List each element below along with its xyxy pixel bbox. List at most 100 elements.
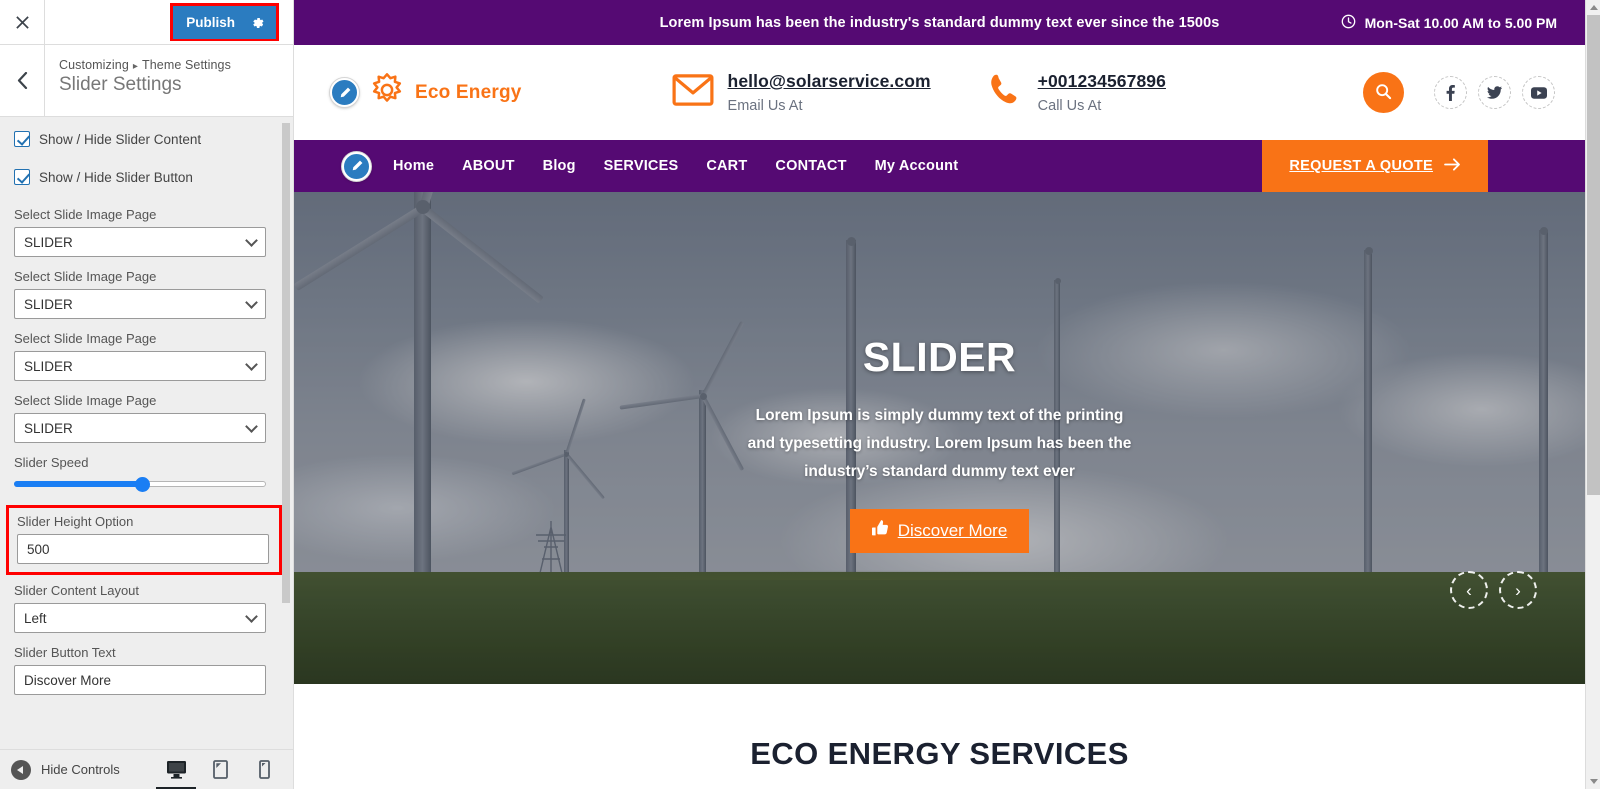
- email-address[interactable]: hello@solarservice.com: [728, 71, 931, 92]
- edit-pencil-icon[interactable]: [342, 151, 371, 181]
- breadcrumb-root[interactable]: Customizing: [59, 58, 129, 72]
- chevron-down-icon: [245, 234, 258, 247]
- site-preview: Lorem Ipsum has been the industry's stan…: [294, 0, 1600, 789]
- device-tablet-button[interactable]: [209, 760, 231, 779]
- main-navigation: Home ABOUT Blog SERVICES CART CONTACT My…: [294, 140, 1585, 192]
- scroll-up-arrow-icon[interactable]: [1586, 0, 1600, 15]
- control-select-slide-image-page-1: Select Slide Image Page SLIDER: [14, 207, 279, 257]
- publish-button[interactable]: Publish: [173, 6, 276, 39]
- select-value: SLIDER: [24, 296, 73, 312]
- slider-button-text-input[interactable]: [14, 665, 266, 695]
- search-button[interactable]: [1363, 72, 1404, 113]
- scroll-down-arrow-icon[interactable]: [1586, 774, 1600, 789]
- contact-phone: +001234567896 Call Us At: [986, 71, 1166, 114]
- business-hours: Mon-Sat 10.00 AM to 5.00 PM: [1341, 14, 1557, 32]
- header-actions: [1363, 72, 1555, 113]
- phone-number[interactable]: +001234567896: [1038, 71, 1166, 92]
- nav-item-contact[interactable]: CONTACT: [775, 158, 846, 174]
- search-icon: [1375, 83, 1392, 103]
- checkbox-show-hide-slider-content[interactable]: Show / Hide Slider Content: [14, 131, 279, 147]
- discover-more-button[interactable]: Discover More: [849, 508, 1030, 553]
- nav-item-blog[interactable]: Blog: [543, 158, 576, 174]
- customizer-panel-header: Customizing ▸ Theme Settings Slider Settin…: [0, 45, 293, 117]
- range-fill: [14, 481, 143, 487]
- announcement-bar: Lorem Ipsum has been the industry's stan…: [294, 0, 1585, 45]
- device-mobile-button[interactable]: [253, 760, 275, 779]
- chevron-down-icon: [245, 610, 258, 623]
- checkbox-input[interactable]: [14, 169, 30, 185]
- preview-viewport: Lorem Ipsum has been the industry's stan…: [294, 0, 1585, 789]
- checkbox-show-hide-slider-button[interactable]: Show / Hide Slider Button: [14, 169, 279, 185]
- slider-height-input[interactable]: [17, 534, 269, 564]
- services-section: ECO ENERGY SERVICES: [294, 684, 1585, 789]
- select-slider-content-layout[interactable]: Left: [14, 603, 266, 633]
- breadcrumb: Customizing ▸ Theme Settings: [59, 58, 231, 72]
- slide-title: SLIDER: [862, 334, 1017, 380]
- control-label: Select Slide Image Page: [14, 269, 157, 284]
- chevron-down-icon: [245, 420, 258, 433]
- publish-label: Publish: [186, 15, 235, 30]
- contact-email: hello@solarservice.com Email Us At: [672, 71, 931, 114]
- chevron-right-icon[interactable]: ›: [1499, 571, 1537, 609]
- nav-item-about[interactable]: ABOUT: [462, 158, 515, 174]
- customizer-topbar: Publish: [0, 0, 293, 45]
- nav-items: Home ABOUT Blog SERVICES CART CONTACT My…: [393, 158, 958, 174]
- control-label: Slider Button Text: [14, 645, 116, 660]
- gear-icon[interactable]: [251, 16, 265, 30]
- browser-scrollbar-thumb[interactable]: [1587, 15, 1600, 495]
- control-select-slide-image-page-3: Select Slide Image Page SLIDER: [14, 331, 279, 381]
- nav-item-my-account[interactable]: My Account: [875, 158, 959, 174]
- breadcrumb-parent[interactable]: Theme Settings: [142, 58, 231, 72]
- control-slider-speed: Slider Speed: [14, 455, 279, 493]
- checkbox-input[interactable]: [14, 131, 30, 147]
- publish-highlight: Publish: [170, 3, 279, 41]
- slider-navigation: ‹ ›: [1450, 571, 1537, 609]
- select-value: SLIDER: [24, 358, 73, 374]
- facebook-icon[interactable]: [1434, 76, 1467, 109]
- slide-content: SLIDER Lorem Ipsum is simply dummy text …: [294, 334, 1585, 553]
- slider-speed-range[interactable]: [14, 475, 266, 493]
- control-select-slide-image-page-2: Select Slide Image Page SLIDER: [14, 269, 279, 319]
- select-value: SLIDER: [24, 420, 73, 436]
- collapse-arrow-icon: [11, 759, 31, 780]
- select-slide-image-page-2[interactable]: SLIDER: [14, 289, 266, 319]
- device-desktop-button[interactable]: [156, 760, 196, 789]
- phone-text: +001234567896 Call Us At: [1038, 71, 1166, 114]
- customizer-controls: Show / Hide Slider Content Show / Hide S…: [0, 117, 293, 749]
- slider-height-highlight: Slider Height Option: [6, 505, 282, 575]
- control-slider-button-text: Slider Button Text: [14, 645, 279, 695]
- twitter-icon[interactable]: [1478, 76, 1511, 109]
- nav-item-cart[interactable]: CART: [706, 158, 747, 174]
- chevron-down-icon: [245, 358, 258, 371]
- edit-pencil-icon[interactable]: [330, 78, 359, 107]
- select-slide-image-page-1[interactable]: SLIDER: [14, 227, 266, 257]
- services-title: ECO ENERGY SERVICES: [750, 735, 1129, 771]
- select-slide-image-page-3[interactable]: SLIDER: [14, 351, 266, 381]
- email-text: hello@solarservice.com Email Us At: [728, 71, 931, 114]
- hero-slider: SLIDER Lorem Ipsum is simply dummy text …: [294, 192, 1585, 684]
- phone-icon: [986, 71, 1024, 114]
- range-thumb[interactable]: [135, 476, 151, 492]
- control-label: Select Slide Image Page: [14, 393, 157, 408]
- nav-item-home[interactable]: Home: [393, 158, 434, 174]
- select-slide-image-page-4[interactable]: SLIDER: [14, 413, 266, 443]
- control-label: Select Slide Image Page: [14, 207, 157, 222]
- back-button[interactable]: [0, 45, 45, 116]
- sidebar-scrollbar-thumb[interactable]: [282, 123, 290, 603]
- checkbox-label: Show / Hide Slider Button: [39, 169, 193, 185]
- hide-controls-button[interactable]: Hide Controls: [0, 759, 120, 780]
- site-branding[interactable]: Eco Energy: [330, 71, 522, 114]
- chevron-down-icon: [245, 296, 258, 309]
- arrow-right-icon: [1444, 157, 1461, 175]
- browser-scrollbar[interactable]: [1585, 0, 1600, 789]
- chevron-left-icon[interactable]: ‹: [1450, 571, 1488, 609]
- nav-item-services[interactable]: SERVICES: [604, 158, 679, 174]
- select-value: SLIDER: [24, 234, 73, 250]
- brand-name: Eco Energy: [415, 81, 522, 103]
- email-caption: Email Us At: [727, 98, 803, 114]
- control-label: Slider Content Layout: [14, 583, 140, 598]
- control-slider-content-layout: Slider Content Layout Left: [14, 583, 279, 633]
- close-icon[interactable]: [0, 0, 45, 44]
- request-a-quote-button[interactable]: REQUEST A QUOTE: [1262, 140, 1488, 192]
- youtube-icon[interactable]: [1522, 76, 1555, 109]
